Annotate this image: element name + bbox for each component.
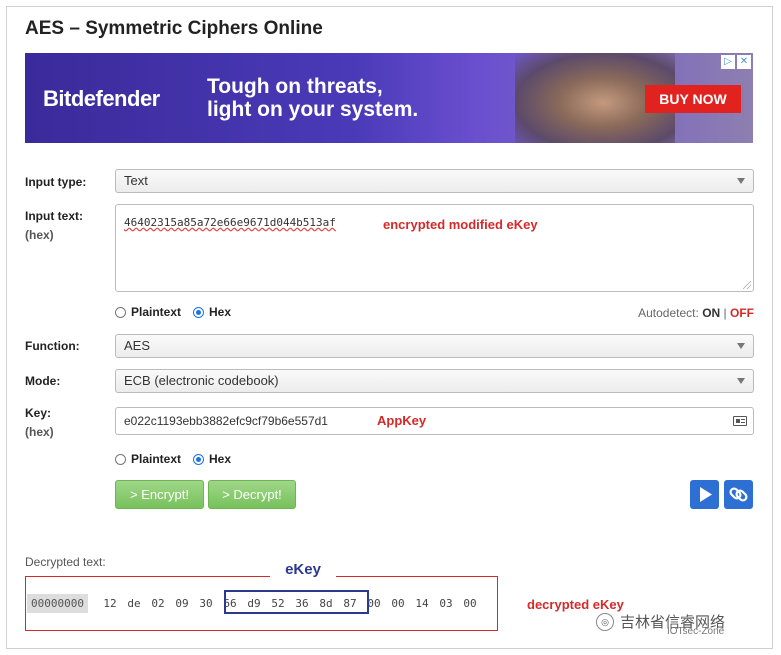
input-text-value: 46402315a85a72e66e9671d044b513af	[124, 216, 336, 229]
hex-byte: 00	[391, 596, 405, 610]
mode-select[interactable]: ECB (electronic codebook)	[115, 369, 754, 393]
ekey-highlight-box	[224, 590, 369, 614]
chevron-down-icon	[737, 343, 745, 349]
encrypt-button[interactable]: > Encrypt!	[115, 480, 204, 509]
wechat-logo-icon: ◎	[596, 612, 614, 631]
radio-hex-label: Hex	[209, 305, 232, 319]
mode-label: Mode:	[25, 374, 61, 388]
ad-tagline-line1: Tough on threats,	[207, 75, 383, 98]
chevron-down-icon	[737, 178, 745, 184]
link-icon	[729, 487, 748, 502]
annotation-encrypted-ekey: encrypted modified eKey	[383, 217, 538, 232]
resize-grip-icon[interactable]	[743, 281, 751, 289]
watermark-sub: IOTsec-Zone	[667, 626, 725, 637]
hex-byte: 03	[439, 596, 453, 610]
ekey-label: eKey	[270, 561, 336, 578]
radio-hex[interactable]	[193, 306, 205, 318]
chevron-down-icon	[737, 378, 745, 384]
ad-brand-logo: Bitdefender	[43, 86, 160, 111]
radio-plaintext-label: Plaintext	[131, 305, 182, 319]
hex-byte: 00	[463, 596, 477, 610]
ad-info-icon[interactable]: ▷	[721, 55, 735, 69]
input-type-value: Text	[124, 173, 148, 188]
key-radio-hex[interactable]	[193, 453, 205, 465]
ad-controls: ▷ ✕	[721, 55, 751, 69]
key-value: e022c1193ebb3882efc9cf79b6e557d1	[124, 414, 328, 428]
play-icon	[700, 487, 712, 502]
decrypted-text-label: Decrypted text:	[25, 555, 106, 569]
key-radio-plaintext-label: Plaintext	[131, 452, 182, 466]
autodetect-separator: |	[723, 306, 727, 320]
input-text-label: Input text:	[25, 209, 83, 223]
ad-close-icon[interactable]: ✕	[737, 55, 751, 69]
autodetect-off[interactable]: OFF	[730, 306, 754, 320]
input-text-sublabel: (hex)	[25, 228, 54, 242]
hex-byte: 14	[415, 596, 429, 610]
autodetect-label: Autodetect:	[638, 306, 699, 320]
key-input[interactable]: e022c1193ebb3882efc9cf79b6e557d1	[115, 407, 754, 435]
key-radio-plaintext[interactable]	[115, 453, 126, 465]
radio-plaintext[interactable]	[115, 306, 126, 318]
mode-value: ECB (electronic codebook)	[124, 373, 279, 388]
function-value: AES	[124, 338, 151, 353]
hex-byte: 12	[103, 596, 117, 610]
hex-byte: 02	[151, 596, 165, 610]
key-label: Key:	[25, 406, 52, 420]
ad-buy-now-button[interactable]: BUY NOW	[645, 85, 741, 113]
hex-byte: de	[127, 596, 141, 610]
id-card-icon[interactable]	[733, 416, 747, 426]
ad-banner[interactable]: Bitdefender Tough on threats, light on y…	[25, 53, 753, 143]
hex-byte: 09	[175, 596, 189, 610]
annotation-appkey: AppKey	[377, 413, 427, 428]
share-link-button[interactable]	[724, 480, 753, 509]
key-radio-hex-label: Hex	[209, 452, 232, 466]
annotation-decrypted-ekey: decrypted eKey	[527, 597, 624, 612]
decrypt-button[interactable]: > Decrypt!	[208, 480, 296, 509]
ad-tagline: Tough on threats, light on your system.	[207, 75, 418, 121]
input-format-radios: Plaintext Hex	[115, 305, 243, 319]
hex-byte: 30	[199, 596, 213, 610]
page-title: AES – Symmetric Ciphers Online	[25, 18, 323, 39]
function-label: Function:	[25, 339, 80, 353]
key-sublabel: (hex)	[25, 425, 54, 439]
run-play-button[interactable]	[690, 480, 719, 509]
hex-address: 00000000	[27, 593, 88, 613]
input-type-label: Input type:	[25, 175, 87, 189]
function-select[interactable]: AES	[115, 334, 754, 358]
ad-tagline-line2: light on your system.	[207, 98, 419, 121]
key-format-radios: Plaintext Hex	[115, 452, 243, 466]
autodetect-toggle: Autodetect: ON | OFF	[638, 306, 754, 320]
autodetect-on[interactable]: ON	[702, 306, 720, 320]
input-type-select[interactable]: Text	[115, 169, 754, 193]
